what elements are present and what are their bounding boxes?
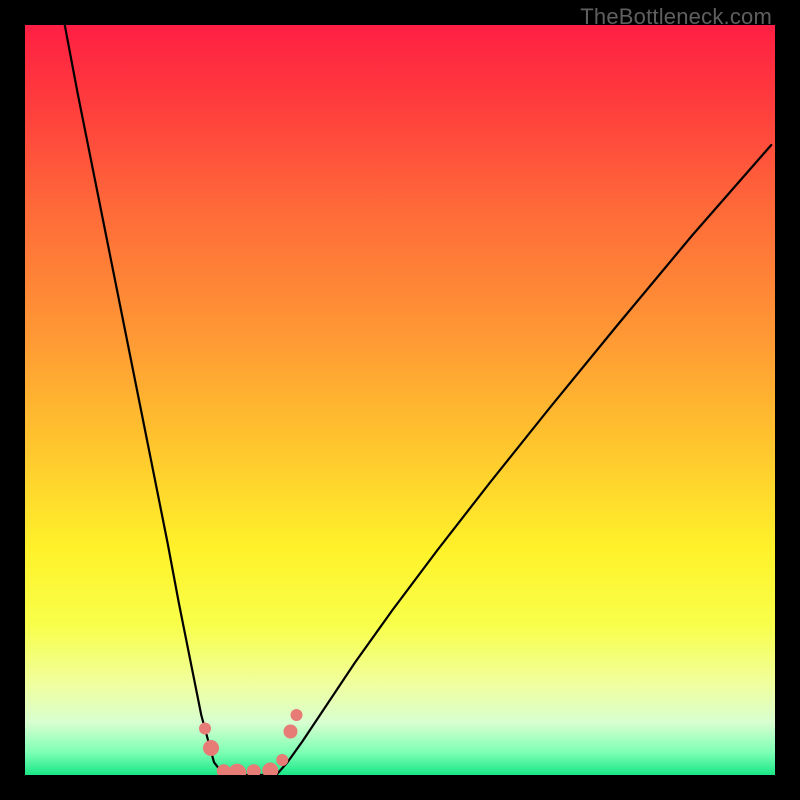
marker-point <box>291 709 303 721</box>
chart-svg <box>25 25 775 775</box>
watermark-text: TheBottleneck.com <box>580 4 772 30</box>
chart-frame <box>25 25 775 775</box>
marker-point <box>276 754 288 766</box>
marker-point <box>199 723 211 735</box>
marker-point <box>284 725 298 739</box>
gradient-background <box>25 25 775 775</box>
marker-point <box>203 740 219 756</box>
